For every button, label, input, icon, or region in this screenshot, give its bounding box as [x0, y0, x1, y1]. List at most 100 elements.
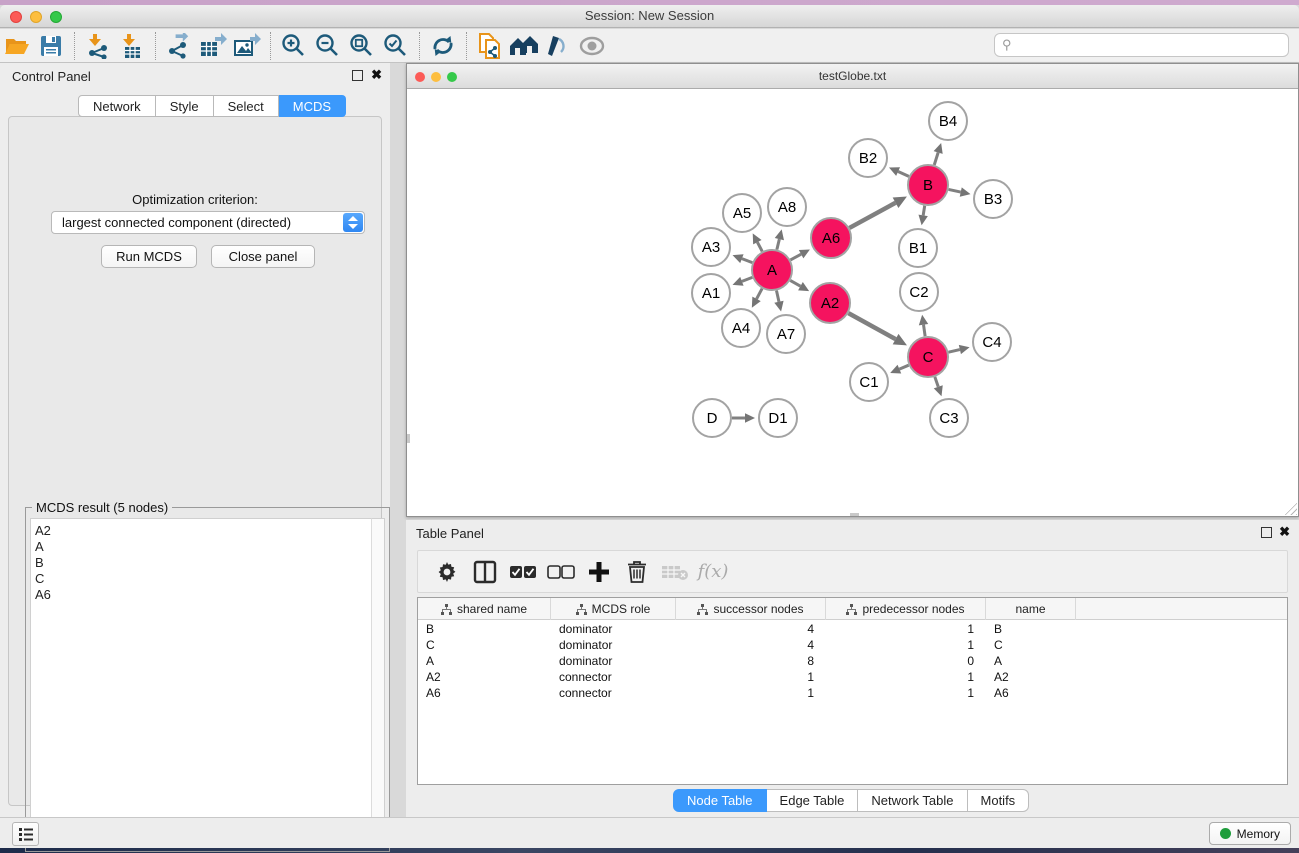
table-cell[interactable]: 1 — [826, 637, 974, 653]
tab-style[interactable]: Style — [156, 95, 214, 117]
export-network-icon[interactable] — [162, 31, 196, 61]
export-image-icon[interactable] — [230, 31, 264, 61]
criterion-dropdown[interactable]: largest connected component (directed) — [51, 211, 365, 234]
graph-edge-C-C4[interactable] — [948, 350, 959, 353]
run-mcds-button[interactable]: Run MCDS — [101, 245, 197, 268]
column-header-mcds-role[interactable]: MCDS role — [551, 598, 676, 620]
graph-edge-A-A5[interactable] — [757, 242, 762, 251]
table-cell[interactable]: A6 — [426, 685, 551, 701]
graph-edge-A-A7[interactable] — [776, 291, 778, 302]
tab-motifs[interactable]: Motifs — [968, 789, 1030, 812]
graph-edge-B-B4[interactable] — [934, 152, 938, 164]
float-panel-icon[interactable] — [1261, 527, 1272, 538]
table-cell[interactable]: A6 — [994, 685, 1076, 701]
table-cell[interactable]: dominator — [559, 653, 676, 669]
maximize-network-button[interactable] — [447, 72, 457, 82]
graph-edge-A-A3[interactable] — [742, 259, 752, 263]
column-header-shared-name[interactable]: shared name — [418, 598, 551, 620]
graph-edge-A-A4[interactable] — [757, 289, 763, 299]
table-cell[interactable]: 4 — [676, 637, 814, 653]
export-table-icon[interactable] — [196, 31, 230, 61]
close-panel-icon[interactable]: ✖ — [371, 68, 382, 82]
table-cell[interactable]: 1 — [676, 669, 814, 685]
result-item[interactable]: A2 — [35, 523, 372, 539]
table-cell[interactable]: 1 — [826, 621, 974, 637]
table-cell[interactable]: 4 — [676, 621, 814, 637]
mcds-result-list[interactable]: A2ABCA6 — [30, 518, 373, 846]
gear-icon[interactable] — [432, 557, 462, 587]
network-canvas[interactable]: B4B2BB3A5A8A6A3B1AA1C2A2A4A7C4CC1C3DD1 — [407, 89, 1298, 516]
zoom-in-icon[interactable] — [277, 31, 311, 61]
column-header-successor-nodes[interactable]: successor nodes — [676, 598, 826, 620]
graph-edge-A2-C[interactable] — [848, 313, 895, 339]
graph-edge-B-B2[interactable] — [898, 172, 909, 177]
table-cell[interactable]: dominator — [559, 637, 676, 653]
column-header-name[interactable]: name — [986, 598, 1076, 620]
table-cell[interactable]: 1 — [676, 685, 814, 701]
close-window-button[interactable] — [10, 11, 22, 23]
refresh-icon[interactable] — [426, 31, 460, 61]
table-cell[interactable]: 8 — [676, 653, 814, 669]
task-history-button[interactable] — [12, 822, 39, 846]
open-file-icon[interactable] — [0, 31, 34, 61]
minimize-window-button[interactable] — [30, 11, 42, 23]
eye-icon[interactable] — [575, 31, 609, 61]
graph-edge-C-C3[interactable] — [935, 377, 938, 387]
memory-button[interactable]: Memory — [1209, 822, 1291, 845]
graph-edge-C-C1[interactable] — [899, 365, 908, 369]
graph-edge-C-C2[interactable] — [924, 325, 926, 337]
table-cell[interactable]: A — [994, 653, 1076, 669]
graph-edge-A-A8[interactable] — [777, 239, 779, 249]
result-scrollbar[interactable] — [371, 518, 385, 846]
table-cell[interactable]: B — [994, 621, 1076, 637]
node-table[interactable]: shared nameMCDS rolesuccessor nodesprede… — [417, 597, 1288, 785]
maximize-window-button[interactable] — [50, 11, 62, 23]
minimize-network-button[interactable] — [431, 72, 441, 82]
save-session-icon[interactable] — [34, 31, 68, 61]
result-item[interactable]: A — [35, 539, 372, 555]
import-network-icon[interactable] — [81, 31, 115, 61]
table-cell[interactable]: dominator — [559, 621, 676, 637]
table-cell[interactable]: 1 — [826, 669, 974, 685]
tab-node-table[interactable]: Node Table — [673, 789, 767, 812]
graph-edge-A6-B[interactable] — [849, 203, 895, 228]
select-all-icon[interactable] — [508, 557, 538, 587]
table-cell[interactable]: C — [426, 637, 551, 653]
float-panel-icon[interactable] — [352, 70, 363, 81]
search-input[interactable] — [994, 33, 1289, 57]
table-cell[interactable]: A2 — [426, 669, 551, 685]
tab-network[interactable]: Network — [78, 95, 156, 117]
table-cell[interactable]: 1 — [826, 685, 974, 701]
tab-network-table[interactable]: Network Table — [858, 789, 967, 812]
tab-select[interactable]: Select — [214, 95, 279, 117]
result-item[interactable]: C — [35, 571, 372, 587]
close-network-button[interactable] — [415, 72, 425, 82]
deselect-all-icon[interactable] — [546, 557, 576, 587]
close-panel-button[interactable]: Close panel — [211, 245, 315, 268]
tab-mcds[interactable]: MCDS — [279, 95, 346, 117]
zoom-selected-icon[interactable] — [379, 31, 413, 61]
result-item[interactable]: B — [35, 555, 372, 571]
delete-icon[interactable] — [622, 557, 652, 587]
graph-edge-B-B3[interactable] — [949, 189, 961, 192]
add-column-icon[interactable] — [584, 557, 614, 587]
show-details-icon[interactable] — [541, 31, 575, 61]
tab-edge-table[interactable]: Edge Table — [767, 789, 859, 812]
table-cell[interactable]: C — [994, 637, 1076, 653]
table-cell[interactable]: A — [426, 653, 551, 669]
home-icon[interactable] — [507, 31, 541, 61]
zoom-fit-icon[interactable] — [345, 31, 379, 61]
table-cell[interactable]: connector — [559, 685, 676, 701]
column-header-predecessor-nodes[interactable]: predecessor nodes — [826, 598, 986, 620]
table-cell[interactable]: connector — [559, 669, 676, 685]
graph-edge-A-A1[interactable] — [742, 277, 752, 281]
copy-network-icon[interactable] — [473, 31, 507, 61]
graph-edge-A-A6[interactable] — [790, 254, 801, 260]
table-cell[interactable]: 0 — [826, 653, 974, 669]
graph-edge-B-B1[interactable] — [923, 206, 925, 216]
close-panel-icon[interactable]: ✖ — [1279, 525, 1290, 539]
import-table-icon[interactable] — [115, 31, 149, 61]
zoom-out-icon[interactable] — [311, 31, 345, 61]
table-cell[interactable]: B — [426, 621, 551, 637]
network-window-titlebar[interactable]: testGlobe.txt — [407, 64, 1298, 89]
